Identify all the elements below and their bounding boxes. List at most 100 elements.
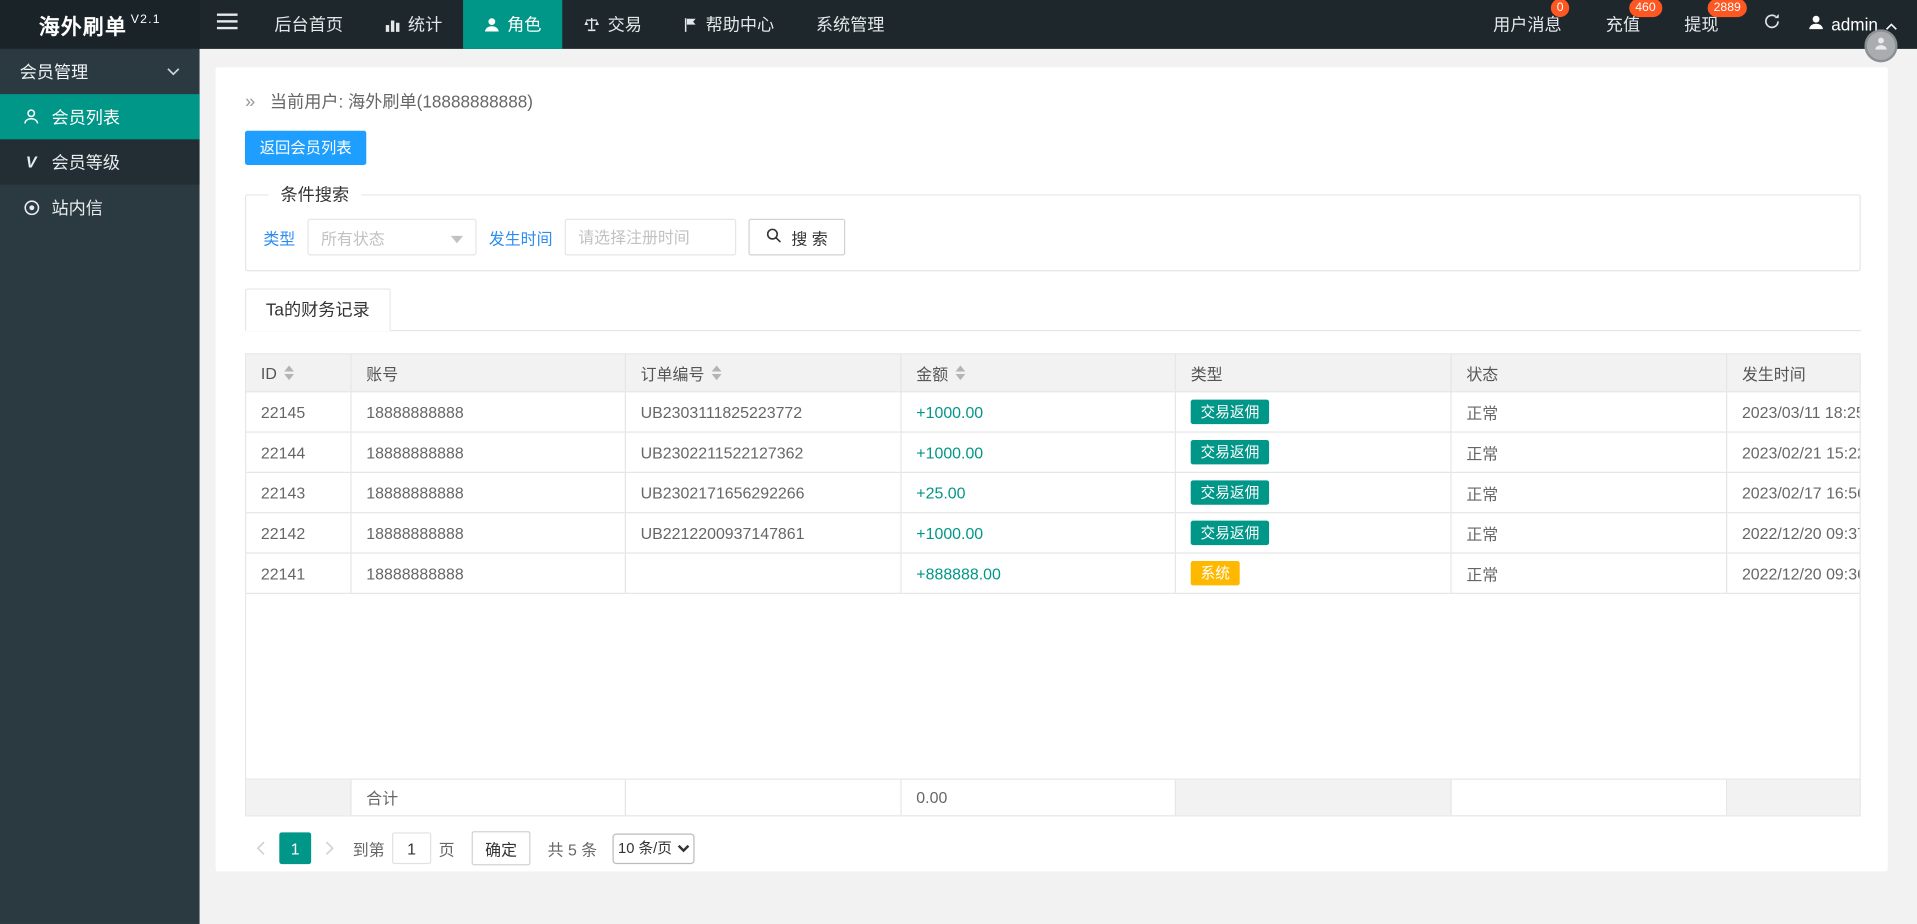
total-count-label: 共 5 条 <box>547 840 598 859</box>
time-input[interactable] <box>564 218 737 256</box>
sidebar-item-label: 会员等级 <box>51 152 121 172</box>
nav-label: 提现 <box>1684 14 1719 35</box>
nav-item-trade[interactable]: 交易 <box>562 0 662 49</box>
refresh-button[interactable] <box>1763 12 1781 36</box>
page-size-select[interactable]: 10 条/页 <box>611 832 694 864</box>
app-root: 海外刷单 V2.1 后台首页 统计 角色 交易 帮助中心 系统管理 用户消息 0… <box>0 0 1917 924</box>
cell-id: 22142 <box>246 513 352 553</box>
type-select-value: 所有状态 <box>320 229 385 248</box>
cell-order-no: UB2302211522127362 <box>626 432 902 472</box>
search-row: 类型 所有状态 发生时间 搜 索 <box>263 218 1842 256</box>
type-badge: 交易返佣 <box>1190 520 1270 546</box>
breadcrumb-icon: » <box>245 91 256 112</box>
total-cell <box>1452 779 1728 816</box>
cell-id: 22143 <box>246 472 352 513</box>
jump-label-after: 页 <box>438 840 455 859</box>
pagination: 1 到第 页 确定 共 5 条 10 条/页 <box>245 831 1861 866</box>
tab-finance-records[interactable]: Ta的财务记录 <box>245 288 391 332</box>
current-page-button[interactable]: 1 <box>279 832 312 865</box>
cell-id: 22144 <box>246 432 352 472</box>
total-cell <box>246 779 352 816</box>
back-to-member-list-button[interactable]: 返回会员列表 <box>245 130 367 165</box>
cell-type: 交易返佣 <box>1176 472 1452 513</box>
sidebar-item-member-level[interactable]: V 会员等级 <box>0 139 200 184</box>
search-button-label: 搜 索 <box>791 229 828 248</box>
header-id[interactable]: ID <box>246 354 352 392</box>
cell-account: 18888888888 <box>352 392 626 432</box>
table-row: 22143 18888888888 UB2302171656292266 +25… <box>246 472 1860 514</box>
nav-item-stats[interactable]: 统计 <box>364 0 463 49</box>
header-type: 类型 <box>1176 354 1452 392</box>
cell-account: 18888888888 <box>352 472 626 513</box>
recharge-count-badge: 460 <box>1629 0 1662 18</box>
type-badge: 交易返佣 <box>1190 439 1270 465</box>
cell-order-no: UB2212200937147861 <box>626 513 902 553</box>
search-button[interactable]: 搜 索 <box>748 218 845 256</box>
type-badge: 交易返佣 <box>1190 480 1270 505</box>
person-icon <box>484 16 500 32</box>
type-label: 类型 <box>263 229 296 248</box>
select-caret-icon <box>450 235 464 244</box>
scales-icon <box>583 16 600 33</box>
person-icon <box>22 109 40 125</box>
search-icon <box>766 227 782 247</box>
sidebar-item-member-list[interactable]: 会员列表 <box>0 94 200 140</box>
flag-icon <box>684 16 699 32</box>
nav-item-help-center[interactable]: 帮助中心 <box>663 0 795 49</box>
cell-order-no: UB2303111825223772 <box>626 392 902 432</box>
cell-time: 2022/12/20 09:36 <box>1741 564 1860 583</box>
sort-icon[interactable] <box>955 365 966 381</box>
nav-label: 充值 <box>1605 14 1641 35</box>
nav-item-roles[interactable]: 角色 <box>463 0 563 49</box>
breadcrumb: » 当前用户: 海外刷单(18888888888) <box>245 89 1861 113</box>
cell-account: 18888888888 <box>352 553 626 593</box>
nav-item-user-messages[interactable]: 用户消息 0 <box>1493 0 1570 36</box>
header-status: 状态 <box>1452 354 1728 392</box>
nav-label: 系统管理 <box>815 14 885 35</box>
cell-status: 正常 <box>1452 392 1728 432</box>
cell-amount: +1000.00 <box>902 392 1176 432</box>
cell-status: 正常 <box>1452 432 1728 472</box>
cell-order-no: UB2302171656292266 <box>626 472 902 513</box>
nav-item-recharge[interactable]: 充值 460 <box>1605 0 1662 36</box>
cell-time: 2023/03/11 18:25 <box>1741 402 1860 422</box>
cell-id: 22145 <box>246 392 352 432</box>
type-select[interactable]: 所有状态 <box>307 218 477 256</box>
nav-label: 交易 <box>607 14 642 35</box>
floating-helper-button[interactable] <box>1864 29 1898 63</box>
confirm-page-button[interactable]: 确定 <box>471 831 531 866</box>
next-page-button[interactable] <box>314 832 346 864</box>
header-order-no[interactable]: 订单编号 <box>626 354 902 392</box>
menu-toggle-button[interactable] <box>200 0 254 49</box>
table-row: 22144 18888888888 UB2302211522127362 +10… <box>246 432 1860 473</box>
cell-type: 交易返佣 <box>1176 432 1452 472</box>
withdraw-count-badge: 2889 <box>1707 0 1747 18</box>
nav-label: 用户消息 <box>1493 14 1562 35</box>
service-person-icon <box>1873 35 1889 57</box>
sort-icon[interactable] <box>284 365 294 381</box>
type-badge: 系统 <box>1190 560 1240 586</box>
sidebar-group-member-management[interactable]: 会员管理 <box>0 49 200 94</box>
nav-item-system-management[interactable]: 系统管理 <box>795 0 905 49</box>
header-account: 账号 <box>352 354 626 392</box>
page-jump-input[interactable] <box>392 832 432 865</box>
sort-icon[interactable] <box>711 365 722 381</box>
search-fieldset: 条件搜索 类型 所有状态 发生时间 搜 索 <box>245 182 1861 272</box>
message-icon <box>22 199 40 216</box>
cell-id: 22141 <box>246 553 352 593</box>
prev-page-button[interactable] <box>245 832 277 864</box>
hamburger-icon <box>216 13 238 35</box>
sidebar-item-site-message[interactable]: 站内信 <box>0 185 200 230</box>
bar-chart-icon <box>385 16 401 32</box>
main-area: » 当前用户: 海外刷单(18888888888) 返回会员列表 条件搜索 类型… <box>199 48 1917 924</box>
table-empty-space <box>246 593 1860 779</box>
chevron-down-icon <box>167 67 180 76</box>
sidebar-submenu: 会员列表 V 会员等级 <box>0 94 200 185</box>
cell-status: 正常 <box>1452 553 1728 593</box>
nav-item-withdraw[interactable]: 提现 2889 <box>1684 0 1747 36</box>
header-amount[interactable]: 金额 <box>902 354 1176 392</box>
nav-item-dashboard[interactable]: 后台首页 <box>254 0 364 49</box>
nav-label: 统计 <box>407 14 443 35</box>
jump-label-before: 到第 <box>352 840 385 859</box>
top-navbar: 海外刷单 V2.1 后台首页 统计 角色 交易 帮助中心 系统管理 用户消息 0… <box>0 0 1917 49</box>
